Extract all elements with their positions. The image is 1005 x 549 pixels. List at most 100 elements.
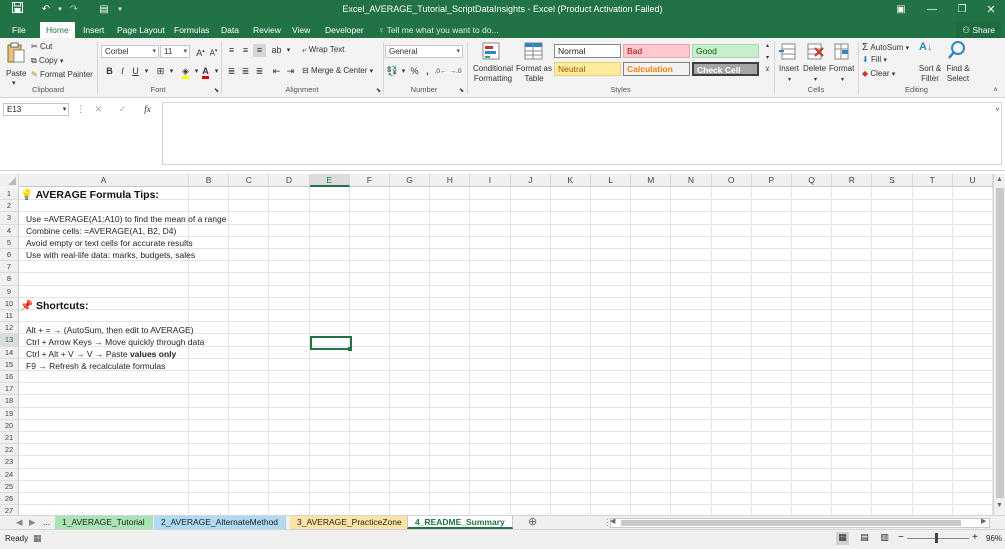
row-header-16[interactable]: 16	[0, 371, 19, 384]
minimize-icon[interactable]: —	[924, 2, 940, 18]
fill-handle[interactable]	[348, 347, 352, 351]
restore-icon[interactable]: ❐	[954, 2, 970, 18]
copy-button[interactable]: ⧉ Copy ▾	[31, 56, 63, 66]
row-header-23[interactable]: 23	[0, 456, 19, 469]
column-header-r[interactable]: R	[832, 174, 873, 187]
styles-scroll-down-icon[interactable]: ▾	[761, 54, 774, 63]
row-header-19[interactable]: 19	[0, 407, 19, 420]
scroll-left-icon[interactable]: ◀	[610, 517, 615, 525]
row-header-20[interactable]: 20	[0, 419, 19, 432]
bold-button[interactable]: B	[103, 65, 116, 78]
cancel-entry-icon[interactable]: ✕	[92, 103, 105, 116]
increase-font-size-icon[interactable]: A▴	[194, 45, 207, 58]
delete-cells-icon[interactable]	[806, 42, 824, 62]
row-header-25[interactable]: 25	[0, 480, 19, 493]
row-header-2[interactable]: 2	[0, 200, 19, 213]
select-all-corner[interactable]	[0, 174, 19, 187]
cut-button[interactable]: ✂ Cut	[31, 42, 52, 51]
scroll-down-icon[interactable]: ▼	[996, 502, 1003, 509]
font-size-select[interactable]: 11	[160, 45, 190, 58]
row-header-13[interactable]: 13	[0, 334, 19, 347]
tab-review[interactable]: Review	[247, 22, 287, 38]
tab-page-layout[interactable]: Page Layout	[111, 22, 171, 38]
row-header-24[interactable]: 24	[0, 468, 19, 481]
fill-button[interactable]: ⬇ Fill ▾	[862, 55, 887, 64]
expand-formula-bar-icon[interactable]: ˅	[991, 104, 1004, 117]
column-header-k[interactable]: K	[551, 174, 591, 187]
normal-view-icon[interactable]: ▦	[836, 532, 849, 545]
wrap-text-button[interactable]: ⤶ Wrap Text	[302, 45, 344, 55]
column-header-q[interactable]: Q	[792, 174, 833, 187]
page-layout-view-icon[interactable]: ▤	[858, 532, 871, 545]
horizontal-scrollbar[interactable]: ◀ ▶	[610, 518, 990, 528]
zoom-level[interactable]: 96%	[986, 534, 1002, 543]
row-header-15[interactable]: 15	[0, 358, 19, 371]
row-header-14[interactable]: 14	[0, 346, 19, 359]
sort-filter-button[interactable]: Sort & Filter	[916, 64, 944, 84]
merge-center-button[interactable]: ⊟ Merge & Center ▾	[302, 66, 373, 75]
decrease-font-size-icon[interactable]: A▾	[207, 45, 220, 58]
sheet-tab-1[interactable]: 1_AVERAGE_Tutorial	[55, 516, 153, 529]
tab-home[interactable]: Home	[40, 22, 75, 38]
paste-button[interactable]: Paste	[6, 69, 26, 78]
more-sheets-button[interactable]: ...	[36, 516, 57, 529]
page-break-view-icon[interactable]: ▥	[878, 532, 891, 545]
column-header-c[interactable]: C	[229, 174, 270, 187]
column-header-s[interactable]: S	[872, 174, 913, 187]
top-align-icon[interactable]: ≡	[225, 44, 238, 57]
column-header-d[interactable]: D	[269, 174, 310, 187]
decrease-decimal-icon[interactable]: →.0	[449, 65, 462, 78]
italic-button[interactable]: I	[116, 65, 129, 78]
row-header-8[interactable]: 8	[0, 273, 19, 286]
decrease-indent-icon[interactable]: ⇤	[270, 65, 283, 78]
tab-data[interactable]: Data	[215, 22, 245, 38]
row-header-3[interactable]: 3	[0, 212, 19, 225]
ribbon-display-options-icon[interactable]: ▣	[893, 2, 909, 18]
row-header-5[interactable]: 5	[0, 236, 19, 249]
row-header-6[interactable]: 6	[0, 249, 19, 262]
row-header-18[interactable]: 18	[0, 395, 19, 408]
tab-file[interactable]: File	[6, 22, 32, 38]
row-header-7[interactable]: 7	[0, 261, 19, 274]
align-center-icon[interactable]: ≣	[239, 65, 252, 78]
styles-more-icon[interactable]: ⊻	[761, 66, 774, 75]
column-header-p[interactable]: P	[752, 174, 792, 187]
column-header-n[interactable]: N	[671, 174, 712, 187]
tab-insert[interactable]: Insert	[77, 22, 110, 38]
macro-record-icon[interactable]: ▦	[33, 533, 42, 544]
paste-icon[interactable]	[6, 42, 26, 64]
new-sheet-icon[interactable]: ⊕	[521, 516, 544, 529]
increase-decimal-icon[interactable]: .0←	[434, 65, 447, 78]
conditional-formatting-button[interactable]: Conditional Formatting	[471, 64, 515, 84]
scroll-right-icon[interactable]: ▶	[981, 517, 986, 525]
sheet-tab-3[interactable]: 3_AVERAGE_PracticeZone	[290, 516, 410, 529]
name-box-dropdown-icon[interactable]: ▾	[58, 103, 71, 116]
underline-dropdown-icon[interactable]: ▾	[140, 65, 153, 78]
column-header-j[interactable]: J	[511, 174, 551, 187]
insert-function-button[interactable]: fx	[141, 103, 154, 116]
close-icon[interactable]: ✕	[983, 2, 999, 18]
zoom-slider-thumb[interactable]	[935, 533, 938, 543]
scrollbar-thumb[interactable]	[996, 188, 1004, 498]
tab-view[interactable]: View	[286, 22, 316, 38]
style-good[interactable]: Good	[692, 44, 759, 58]
zoom-in-icon[interactable]: +	[972, 532, 978, 543]
style-neutral[interactable]: Neutral	[554, 62, 621, 76]
row-header-9[interactable]: 9	[0, 285, 19, 298]
row-header-1[interactable]: 1	[0, 188, 19, 201]
tab-formulas[interactable]: Formulas	[168, 22, 215, 38]
row-header-12[interactable]: 12	[0, 322, 19, 335]
style-normal[interactable]: Normal	[554, 44, 621, 58]
row-header-27[interactable]: 27	[0, 505, 19, 515]
column-header-a[interactable]: A	[19, 174, 189, 187]
row-header-17[interactable]: 17	[0, 383, 19, 396]
row-header-26[interactable]: 26	[0, 493, 19, 506]
row-header-21[interactable]: 21	[0, 432, 19, 445]
insert-cells-icon[interactable]	[779, 42, 797, 62]
selected-cell-e13[interactable]	[310, 336, 352, 350]
increase-indent-icon[interactable]: ⇥	[284, 65, 297, 78]
insert-cells-button[interactable]: Insert	[779, 64, 799, 73]
sheet-tab-4-active[interactable]: 4_README_Summary	[407, 516, 513, 529]
zoom-slider[interactable]	[907, 538, 969, 539]
column-header-b[interactable]: B	[189, 174, 230, 187]
